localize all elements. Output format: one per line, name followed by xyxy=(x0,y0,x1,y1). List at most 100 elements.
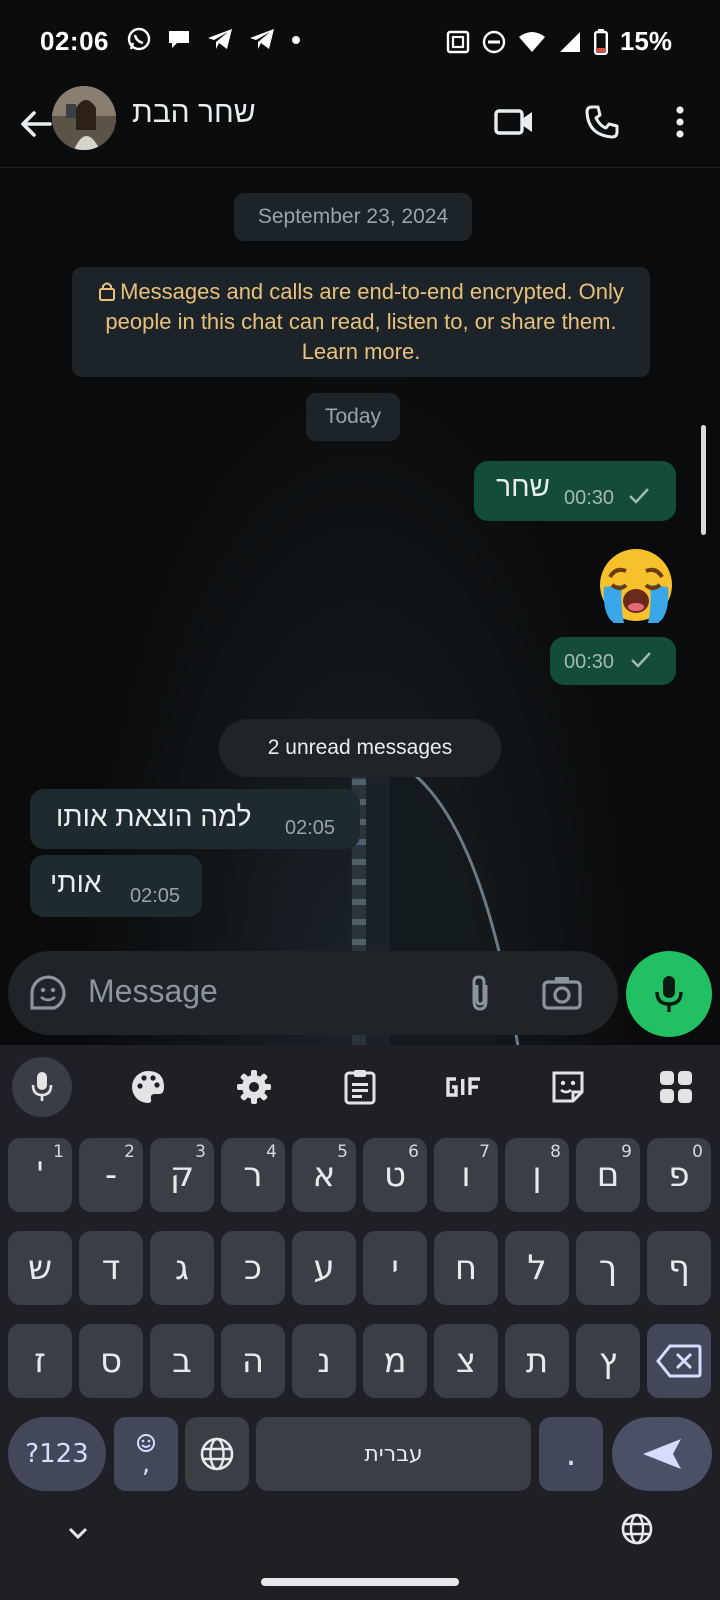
key[interactable]: נ xyxy=(292,1324,356,1398)
incoming-message[interactable]: אותי 02:05 xyxy=(30,855,202,917)
symbols-key[interactable]: ?123 xyxy=(8,1417,106,1491)
encryption-text: Messages and calls are end-to-end encryp… xyxy=(105,279,624,364)
key[interactable]: ח xyxy=(434,1231,498,1305)
gear-icon xyxy=(237,1070,271,1104)
phone-icon xyxy=(585,105,619,139)
attachment-icon[interactable] xyxy=(466,973,494,1013)
key[interactable]: ד xyxy=(79,1231,143,1305)
system-icons: 15% xyxy=(446,26,672,57)
battery-percent: 15% xyxy=(619,26,672,56)
message-time: 00:30 xyxy=(564,651,615,673)
camera-icon[interactable] xyxy=(542,975,582,1011)
incoming-message[interactable]: למה הוצאת אותו 02:05 xyxy=(30,789,360,849)
telegram-icon xyxy=(250,29,274,49)
clipboard-button[interactable] xyxy=(330,1057,390,1117)
navigation-bar xyxy=(0,1490,720,1600)
voice-typing-button[interactable] xyxy=(12,1057,72,1117)
clipboard-icon xyxy=(344,1070,376,1105)
key[interactable]: ו7 xyxy=(434,1138,498,1212)
scroll-indicator[interactable] xyxy=(701,425,706,535)
key[interactable]: ק3 xyxy=(150,1138,214,1212)
chat-icon xyxy=(169,31,189,48)
key[interactable]: ע xyxy=(292,1231,356,1305)
key[interactable]: -2 xyxy=(79,1138,143,1212)
period-key[interactable]: . xyxy=(539,1417,603,1491)
key[interactable]: ט6 xyxy=(363,1138,427,1212)
message-text: למה הוצאת אותו xyxy=(56,801,252,832)
key[interactable]: ה xyxy=(221,1324,285,1398)
lock-icon xyxy=(99,282,116,301)
dnd-icon xyxy=(482,30,506,53)
key[interactable]: ל xyxy=(505,1231,569,1305)
space-key[interactable]: עברית xyxy=(256,1417,531,1491)
key[interactable]: ם9 xyxy=(576,1138,640,1212)
date-pill: September 23, 2024 xyxy=(234,193,472,241)
encryption-notice[interactable]: Messages and calls are end-to-end encryp… xyxy=(72,267,650,377)
chat-area[interactable]: September 23, 2024 Messages and calls ar… xyxy=(0,169,720,1045)
key[interactable]: ג xyxy=(150,1231,214,1305)
language-key[interactable] xyxy=(185,1417,249,1491)
more-options-button[interactable] xyxy=(656,98,704,146)
message-time: 02:05 xyxy=(130,885,181,907)
key[interactable]: ך xyxy=(576,1231,640,1305)
check-icon xyxy=(629,488,649,504)
key[interactable]: מ xyxy=(363,1324,427,1398)
status-bar: 02:06 15% xyxy=(0,0,720,84)
key[interactable]: ש xyxy=(8,1231,72,1305)
key[interactable]: ר4 xyxy=(221,1138,285,1212)
sticker-button[interactable] xyxy=(538,1057,598,1117)
contact-name[interactable]: שחר הבת xyxy=(132,96,256,130)
globe-icon xyxy=(621,1513,653,1545)
back-button[interactable] xyxy=(14,102,58,146)
outgoing-message-meta[interactable]: 00:30 xyxy=(550,637,676,685)
key[interactable]: צ xyxy=(434,1324,498,1398)
unread-messages-pill: 2 unread messages xyxy=(219,719,501,777)
emoji-comma-key[interactable]: , xyxy=(114,1417,178,1491)
key[interactable]: ף xyxy=(647,1231,711,1305)
arrow-left-icon xyxy=(21,111,52,137)
wifi-icon xyxy=(518,31,545,52)
home-gesture-bar[interactable] xyxy=(261,1578,459,1586)
send-arrow-icon xyxy=(643,1439,681,1469)
avatar[interactable] xyxy=(52,86,116,150)
key[interactable]: י xyxy=(363,1231,427,1305)
keyboard-settings-button[interactable] xyxy=(224,1057,284,1117)
language-switch-button[interactable] xyxy=(620,1512,660,1552)
gif-button[interactable] xyxy=(434,1057,494,1117)
chat-header: שחר הבת xyxy=(0,84,720,168)
key[interactable]: ת xyxy=(505,1324,569,1398)
key[interactable]: ז xyxy=(8,1324,72,1398)
sticker-icon[interactable] xyxy=(28,973,68,1013)
key[interactable]: ץ xyxy=(576,1324,640,1398)
today-pill: Today xyxy=(306,393,400,441)
voice-call-button[interactable] xyxy=(578,98,626,146)
key[interactable]: ס xyxy=(79,1324,143,1398)
message-text: אותי xyxy=(50,867,102,898)
backspace-icon xyxy=(656,1344,702,1378)
whatsapp-icon xyxy=(127,27,151,51)
key[interactable]: ב xyxy=(150,1324,214,1398)
crying-face-icon xyxy=(600,549,672,623)
more-tools-button[interactable] xyxy=(646,1057,706,1117)
message-input[interactable]: Message xyxy=(88,973,218,1010)
signal-icon xyxy=(559,31,580,52)
telegram-icon xyxy=(208,29,232,49)
hide-keyboard-button[interactable] xyxy=(58,1514,98,1554)
key[interactable]: ' 1 xyxy=(8,1138,72,1212)
outgoing-message[interactable]: שחר 00:30 xyxy=(474,461,676,521)
message-time: 00:30 xyxy=(564,487,615,509)
theme-button[interactable] xyxy=(118,1057,178,1117)
message-composer[interactable]: Message xyxy=(8,951,618,1035)
backspace-key[interactable] xyxy=(647,1324,711,1398)
globe-icon xyxy=(200,1437,234,1471)
key[interactable]: כ xyxy=(221,1231,285,1305)
emoji-message[interactable]: 😭 xyxy=(594,545,678,629)
video-call-button[interactable] xyxy=(490,98,538,146)
key[interactable]: ן8 xyxy=(505,1138,569,1212)
key[interactable]: א5 xyxy=(292,1138,356,1212)
voice-message-button[interactable] xyxy=(626,951,712,1037)
key[interactable]: פ0 xyxy=(647,1138,711,1212)
send-key[interactable] xyxy=(612,1417,712,1491)
message-text: שחר xyxy=(496,471,550,502)
dot-icon xyxy=(292,36,300,44)
